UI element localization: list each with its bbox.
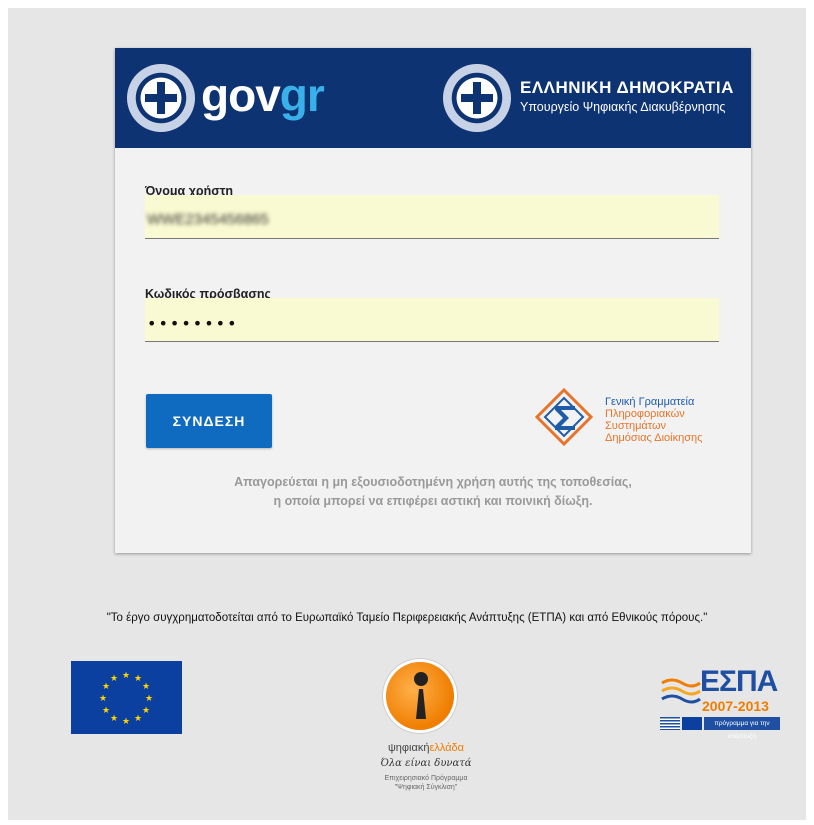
svg-text:★: ★ xyxy=(142,706,150,716)
svg-text:★: ★ xyxy=(142,682,150,692)
svg-text:★: ★ xyxy=(110,714,118,724)
espa-wave-icon xyxy=(661,678,701,704)
svg-text:★: ★ xyxy=(145,694,153,704)
svg-text:★: ★ xyxy=(102,706,110,716)
ministry-subtitle: Υπουργείο Ψηφιακής Διακυβέρνησης xyxy=(520,100,726,114)
espa-logo: ΕΣΠΑ 2007-2013 πρόγραμμα για την ανάπτυξ… xyxy=(660,665,780,740)
digital-greece-program: Επιχειρησιακό Πρόγραμμα "Ψηφιακή Σύγκλισ… xyxy=(384,775,468,791)
password-masked-value: •••••••• xyxy=(147,314,239,333)
svg-text:★: ★ xyxy=(134,674,142,684)
espa-bar: πρόγραμμα για την ανάπτυξη xyxy=(660,717,780,740)
svg-text:★: ★ xyxy=(134,714,142,724)
svg-text:★: ★ xyxy=(122,717,130,727)
gsis-logo: Γενική Γραμματεία Πληροφοριακών Συστημάτ… xyxy=(535,388,710,456)
username-field-wrapper xyxy=(145,195,719,239)
espa-tagline: πρόγραμμα για την ανάπτυξη xyxy=(704,717,780,740)
card-header: govgr ΕΛΛΗΝΙΚΗ ΔΗΜΟΚΡΑΤΙΑ Υπουργείο Ψηφι… xyxy=(115,48,751,148)
login-button[interactable]: ΣΥΝΔΕΣΗ xyxy=(146,394,272,448)
greek-emblem-icon xyxy=(443,64,511,132)
ministry-title: ΕΛΛΗΝΙΚΗ ΔΗΜΟΚΡΑΤΙΑ xyxy=(520,78,734,97)
eu-flag-icon: ★ ★ ★ ★ ★ ★ ★ ★ ★ ★ ★ ★ xyxy=(71,661,182,734)
ministry-title-block: ΕΛΛΗΝΙΚΗ ΔΗΜΟΚΡΑΤΙΑ Υπουργείο Ψηφιακής Δ… xyxy=(520,78,734,114)
login-card: govgr ΕΛΛΗΝΙΚΗ ΔΗΜΟΚΡΑΤΙΑ Υπουργείο Ψηφι… xyxy=(115,48,751,553)
username-input[interactable] xyxy=(145,195,719,238)
espa-title: ΕΣΠΑ xyxy=(700,665,778,698)
digital-greece-name: ψηφιακήελλάδα xyxy=(387,742,465,754)
digital-greece-slogan: Όλα είναι δυνατά xyxy=(380,758,472,769)
funding-note: "Το έργο συγχρηματοδοτείται από το Ευρωπ… xyxy=(106,612,708,624)
greek-emblem-icon xyxy=(127,64,195,132)
gsis-mark-icon xyxy=(535,388,593,446)
govgr-logo: govgr xyxy=(201,69,325,121)
password-input[interactable]: •••••••• xyxy=(145,298,719,342)
svg-text:★: ★ xyxy=(122,671,130,681)
digital-greece-logo: ψηφιακήελλάδα Όλα είναι δυνατά Επιχειρησ… xyxy=(356,662,496,797)
svg-text:★: ★ xyxy=(110,674,118,684)
svg-text:★: ★ xyxy=(102,682,110,692)
greek-flag-icon xyxy=(660,717,680,730)
espa-years: 2007-2013 xyxy=(702,698,769,714)
svg-text:★: ★ xyxy=(99,694,107,704)
eu-flag-small-icon xyxy=(682,717,702,730)
legal-warning: Απαγορεύεται η μη εξουσιοδοτημένη χρήση … xyxy=(234,475,632,508)
gsis-text: Γενική Γραμματεία Πληροφοριακών Συστημάτ… xyxy=(605,396,703,444)
